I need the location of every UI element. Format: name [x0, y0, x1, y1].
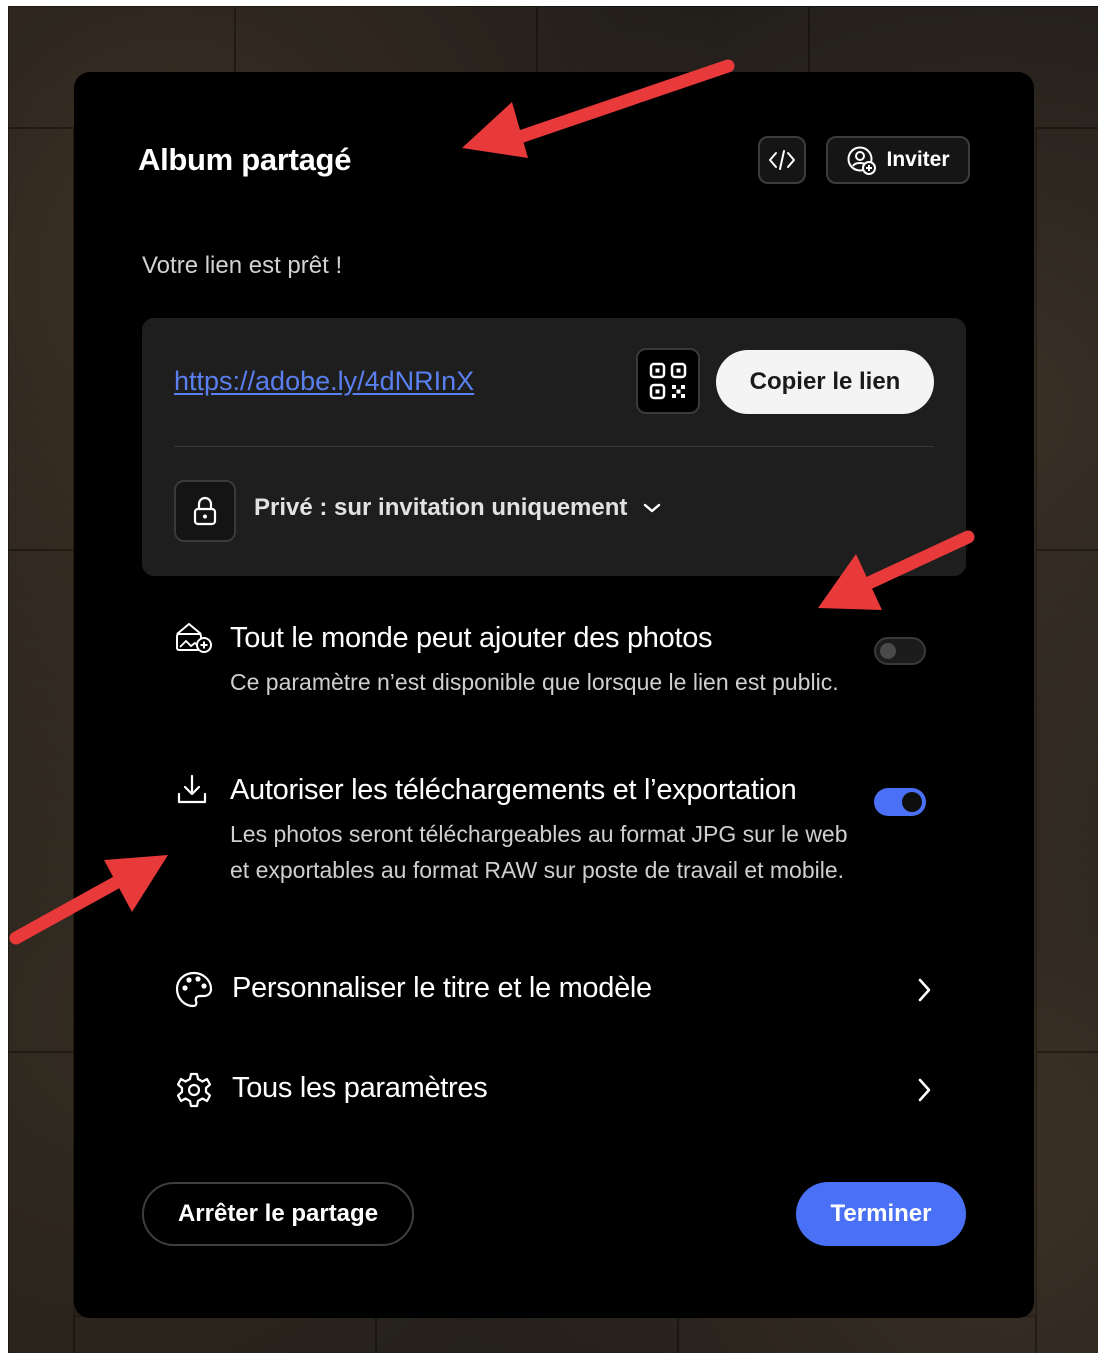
dialog-title: Album partagé [138, 142, 352, 177]
share-link-card: https://adobe.ly/4dNRInX Copier le lien [142, 318, 966, 576]
downloads-toggle[interactable] [874, 788, 926, 816]
invite-label: Inviter [886, 148, 950, 171]
stop-sharing-button[interactable]: Arrêter le partage [142, 1182, 414, 1246]
copy-link-button[interactable]: Copier le lien [716, 350, 934, 414]
add-photos-icon [176, 622, 212, 653]
chevron-right-icon [918, 978, 931, 1002]
all-settings-row[interactable]: Tous les paramètres [174, 1070, 934, 1110]
downloads-title: Autoriser les téléchargements et l’expor… [230, 774, 797, 806]
palette-icon [175, 971, 213, 1008]
qr-code-button[interactable] [636, 348, 700, 414]
done-button[interactable]: Terminer [796, 1182, 966, 1246]
shared-album-dialog: Album partagé Inviter Votre lien est prê… [74, 72, 1034, 1318]
chevron-right-icon [918, 1078, 931, 1102]
chevron-down-icon [644, 503, 661, 513]
customize-label: Personnaliser le titre et le modèle [232, 972, 652, 1004]
downloads-description: Les photos seront téléchargeables au for… [230, 821, 848, 883]
qr-code-icon [649, 362, 687, 400]
code-embed-icon [769, 150, 795, 170]
customize-title-template-row[interactable]: Personnaliser le titre et le modèle [174, 970, 934, 1010]
add-photos-description: Ce paramètre n’est disponible que lorsqu… [230, 669, 839, 695]
setting-add-photos: Tout le monde peut ajouter des photos Ce… [174, 622, 934, 732]
toggle-knob [880, 643, 896, 659]
gear-icon [176, 1072, 212, 1108]
link-ready-message: Votre lien est prêt ! [142, 252, 343, 279]
card-divider [174, 446, 934, 447]
invite-button[interactable]: Inviter [826, 136, 970, 184]
embed-code-button[interactable] [758, 136, 806, 184]
add-photos-title: Tout le monde peut ajouter des photos [230, 622, 713, 654]
access-level-dropdown[interactable]: Privé : sur invitation uniquement [254, 494, 663, 522]
toggle-knob [902, 792, 922, 812]
download-icon [177, 774, 207, 804]
access-lock-badge [174, 480, 236, 542]
add-photos-toggle[interactable] [874, 637, 926, 665]
all-settings-label: Tous les paramètres [232, 1072, 488, 1104]
share-link[interactable]: https://adobe.ly/4dNRInX [174, 366, 474, 397]
lock-icon [193, 496, 217, 526]
invite-user-icon [847, 146, 877, 175]
setting-downloads: Autoriser les téléchargements et l’expor… [174, 774, 934, 924]
access-level-label: Privé : sur invitation uniquement [254, 494, 628, 521]
